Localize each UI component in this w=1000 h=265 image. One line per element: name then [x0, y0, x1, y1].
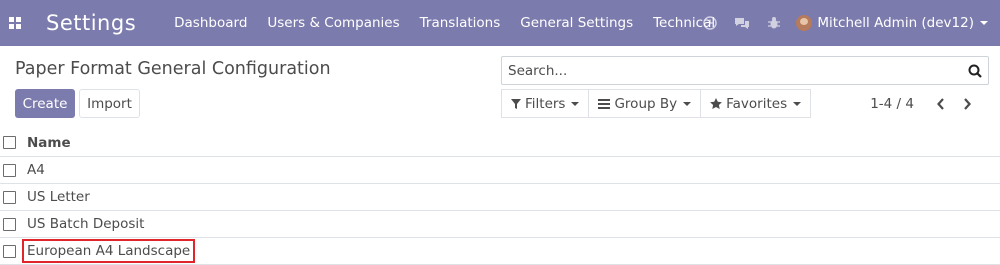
groupby-label: Group By [614, 95, 678, 112]
row-name: US Batch Deposit [27, 216, 145, 232]
favorites-button[interactable]: Favorites [700, 89, 812, 118]
avatar [796, 15, 813, 31]
search-options: Filters Group By Favorites [501, 89, 812, 118]
row-name: A4 [27, 162, 45, 178]
groupby-button[interactable]: Group By [588, 89, 702, 118]
pager: 1-4 / 4 [870, 89, 980, 118]
row-checkbox[interactable] [3, 244, 16, 258]
clock-icon[interactable] [694, 0, 726, 46]
pager-previous-icon[interactable] [928, 89, 954, 118]
menu-item-users-companies[interactable]: Users & Companies [257, 0, 409, 46]
row-checkbox[interactable] [3, 217, 16, 231]
table-row[interactable]: US Letter [0, 184, 1000, 211]
chevron-down-icon [683, 101, 692, 106]
table-header: Name [0, 129, 1000, 157]
chevron-down-icon [793, 101, 802, 106]
star-icon [710, 98, 723, 109]
table-row[interactable]: European A4 Landscape [0, 238, 1000, 265]
main-menu: Dashboard Users & Companies Translations… [164, 0, 725, 46]
chevron-down-icon [571, 101, 580, 106]
column-header-name[interactable]: Name [27, 135, 71, 151]
list-icon [598, 98, 611, 109]
table-row[interactable]: A4 [0, 157, 1000, 184]
filters-label: Filters [525, 95, 566, 112]
page-title: Paper Format General Configuration [15, 59, 331, 79]
import-button[interactable]: Import [79, 89, 140, 118]
menu-item-dashboard[interactable]: Dashboard [164, 0, 257, 46]
pager-value[interactable]: 1-4 / 4 [870, 96, 914, 112]
filter-icon [511, 98, 521, 109]
search-input[interactable] [502, 57, 962, 84]
list-table: Name A4 US Letter US Batch Deposit Europ… [0, 129, 1000, 265]
create-button[interactable]: Create [15, 89, 75, 118]
systray: Mitchell Admin (dev12) [694, 0, 988, 46]
bug-icon[interactable] [758, 0, 790, 46]
apps-grid-icon[interactable] [0, 0, 30, 46]
row-checkbox[interactable] [3, 190, 16, 204]
chat-icon[interactable] [726, 0, 758, 46]
search-icon[interactable] [962, 57, 988, 84]
row-name-highlighted: European A4 Landscape [21, 239, 196, 263]
favorites-label: Favorites [726, 95, 788, 112]
top-navbar: Settings Dashboard Users & Companies Tra… [0, 0, 1000, 46]
chevron-down-icon [980, 21, 988, 25]
app-title[interactable]: Settings [46, 11, 136, 35]
search-box [501, 56, 989, 85]
row-checkbox[interactable] [3, 163, 16, 177]
select-all-checkbox[interactable] [3, 136, 16, 149]
user-name: Mitchell Admin (dev12) [817, 15, 974, 31]
table-row[interactable]: US Batch Deposit [0, 211, 1000, 238]
pager-next-icon[interactable] [954, 89, 980, 118]
row-name: US Letter [27, 189, 90, 205]
menu-item-general-settings[interactable]: General Settings [510, 0, 643, 46]
user-menu[interactable]: Mitchell Admin (dev12) [796, 0, 988, 46]
filters-button[interactable]: Filters [501, 89, 590, 118]
menu-item-translations[interactable]: Translations [410, 0, 511, 46]
